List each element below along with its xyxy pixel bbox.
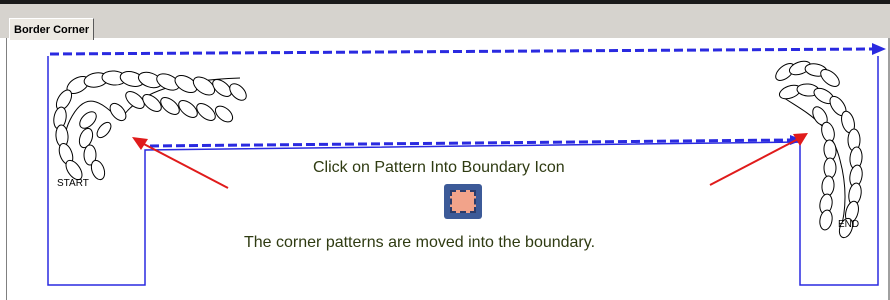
pattern-square-icon <box>450 190 476 213</box>
border-corner-diagram <box>47 43 886 286</box>
start-label: START <box>57 178 89 189</box>
instruction-line-2: The corner patterns are moved into the b… <box>244 234 596 251</box>
left-red-arrowhead <box>132 137 148 150</box>
right-red-arrow <box>709 137 801 186</box>
top-arrowhead <box>872 43 886 55</box>
instruction-line-1: Click on Pattern Into Boundary Icon <box>313 159 565 176</box>
right-corner-feather-pattern <box>775 60 863 239</box>
top-dashed-line <box>49 47 873 56</box>
end-label: END <box>838 219 860 230</box>
pattern-into-boundary-icon[interactable] <box>444 184 482 219</box>
left-corner-feather-pattern <box>53 70 247 181</box>
